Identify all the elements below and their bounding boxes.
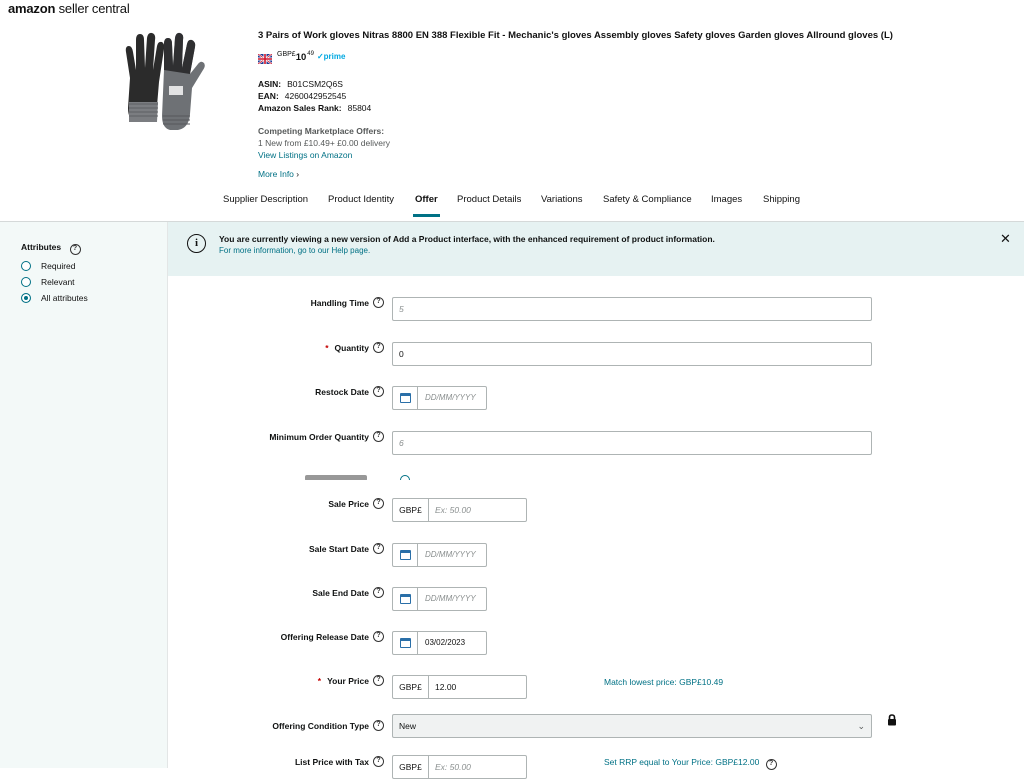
product-image: [125, 32, 205, 130]
clipped-row-artifact: [300, 473, 440, 480]
amazon-seller-central-logo[interactable]: amazon seller central: [8, 1, 130, 16]
tab-variations[interactable]: Variations: [541, 194, 583, 214]
handling-time-label: Handling Time: [310, 298, 369, 308]
info-icon: i: [187, 234, 206, 253]
lock-icon: [888, 714, 896, 726]
price-row: GBP£ 10 49 ✓prime: [258, 51, 345, 65]
sale-price-input[interactable]: GBP£ Ex: 50.00: [392, 498, 527, 522]
help-icon[interactable]: ?: [373, 498, 384, 509]
help-icon[interactable]: ?: [373, 756, 384, 767]
help-icon[interactable]: ?: [373, 297, 384, 308]
top-bar: amazon seller central: [0, 0, 1024, 22]
sale-end-date-label: Sale End Date: [312, 588, 369, 598]
condition-type-select[interactable]: New ⌄: [392, 714, 872, 738]
release-date-label: Offering Release Date: [280, 632, 369, 642]
help-icon[interactable]: ?: [373, 543, 384, 554]
calendar-icon: [400, 594, 411, 604]
help-icon[interactable]: ?: [373, 342, 384, 353]
calendar-icon: [400, 393, 411, 403]
your-price-label: * Your Price: [317, 676, 369, 686]
prime-badge: ✓prime: [316, 52, 346, 61]
quantity-input[interactable]: 0: [392, 342, 872, 366]
match-lowest-price-link[interactable]: Match lowest price: GBP£10.49: [604, 677, 723, 687]
radio-label-relevant: Relevant: [41, 277, 75, 287]
sale-start-date-input[interactable]: DD/MM/YYYY: [392, 543, 487, 567]
calendar-icon: [400, 550, 411, 560]
tab-supplier-description[interactable]: Supplier Description: [223, 194, 308, 214]
sale-start-date-label: Sale Start Date: [309, 544, 369, 554]
sale-end-date-input[interactable]: DD/MM/YYYY: [392, 587, 487, 611]
calendar-button[interactable]: [393, 588, 418, 610]
chevron-down-icon: ⌄: [857, 721, 865, 731]
radio-relevant[interactable]: [21, 277, 31, 287]
set-rrp-link[interactable]: Set RRP equal to Your Price: GBP£12.00 ?: [604, 757, 777, 770]
radio-all-attributes[interactable]: [21, 293, 31, 303]
help-icon[interactable]: ?: [373, 675, 384, 686]
tab-offer[interactable]: Offer: [413, 194, 440, 217]
tab-product-details[interactable]: Product Details: [457, 194, 521, 214]
help-page-link[interactable]: For more information, go to our Help pag…: [219, 246, 370, 255]
tab-images[interactable]: Images: [711, 194, 742, 214]
min-order-qty-input[interactable]: 6: [392, 431, 872, 455]
view-listings-link[interactable]: View Listings on Amazon: [258, 150, 352, 160]
tab-safety-compliance[interactable]: Safety & Compliance: [603, 194, 692, 214]
sales-rank-row: Amazon Sales Rank: 85804: [258, 103, 372, 113]
attributes-sidebar: Attributes ? Required Relevant All attri…: [0, 222, 168, 768]
help-icon[interactable]: ?: [373, 386, 384, 397]
product-title: 3 Pairs of Work gloves Nitras 8800 EN 38…: [258, 30, 893, 41]
help-icon[interactable]: ?: [373, 431, 384, 442]
help-icon[interactable]: ?: [765, 759, 777, 770]
sales-rank-value: 85804: [347, 103, 372, 113]
radio-required[interactable]: [21, 261, 31, 271]
your-price-input[interactable]: GBP£ 12.00: [392, 675, 527, 699]
handling-time-input[interactable]: 5: [392, 297, 872, 321]
tab-shipping[interactable]: Shipping: [763, 194, 800, 214]
restock-date-input[interactable]: DD/MM/YYYY: [392, 386, 487, 410]
list-price-input[interactable]: GBP£ Ex: 50.00: [392, 755, 527, 779]
ean-row: EAN: 4260042952545: [258, 91, 347, 101]
attributes-title: Attributes ?: [21, 242, 81, 255]
restock-date-label: Restock Date: [315, 387, 369, 397]
quantity-label: * Quantity: [325, 343, 369, 353]
tab-bar: Supplier Description Product Identity Of…: [0, 190, 1024, 222]
more-info-link[interactable]: More Info ›: [258, 169, 299, 179]
competing-offer-text: 1 New from £10.49+ £0.00 delivery: [258, 138, 391, 148]
calendar-button[interactable]: [393, 387, 418, 409]
help-icon[interactable]: ?: [373, 720, 384, 731]
chevron-right-icon: ›: [296, 169, 300, 179]
price-currency: GBP£: [277, 51, 296, 58]
release-date-input[interactable]: 03/02/2023: [392, 631, 487, 655]
uk-flag-icon: [258, 54, 272, 64]
min-order-qty-label: Minimum Order Quantity: [269, 432, 369, 442]
radio-label-required: Required: [41, 261, 76, 271]
calendar-button[interactable]: [393, 632, 418, 654]
close-icon[interactable]: ✕: [1000, 231, 1011, 247]
asin-value: B01CSM2Q6S: [287, 79, 343, 89]
competing-offers-label: Competing Marketplace Offers:: [258, 126, 385, 136]
tab-product-identity[interactable]: Product Identity: [328, 194, 394, 214]
condition-type-label: Offering Condition Type: [272, 721, 369, 731]
asin-row: ASIN: B01CSM2Q6S: [258, 79, 343, 89]
ean-value: 4260042952545: [284, 91, 347, 101]
sale-price-label: Sale Price: [328, 499, 369, 509]
price-fraction: 49: [307, 51, 314, 57]
help-icon[interactable]: ?: [373, 631, 384, 642]
banner-message: You are currently viewing a new version …: [219, 234, 715, 244]
price-main: 10: [295, 52, 307, 63]
list-price-label: List Price with Tax: [294, 757, 369, 767]
info-banner: i You are currently viewing a new versio…: [168, 222, 1024, 276]
calendar-button[interactable]: [393, 544, 418, 566]
help-icon[interactable]: ?: [69, 244, 81, 255]
radio-label-all-attributes: All attributes: [41, 293, 88, 303]
calendar-icon: [400, 638, 411, 648]
help-icon[interactable]: ?: [373, 587, 384, 598]
